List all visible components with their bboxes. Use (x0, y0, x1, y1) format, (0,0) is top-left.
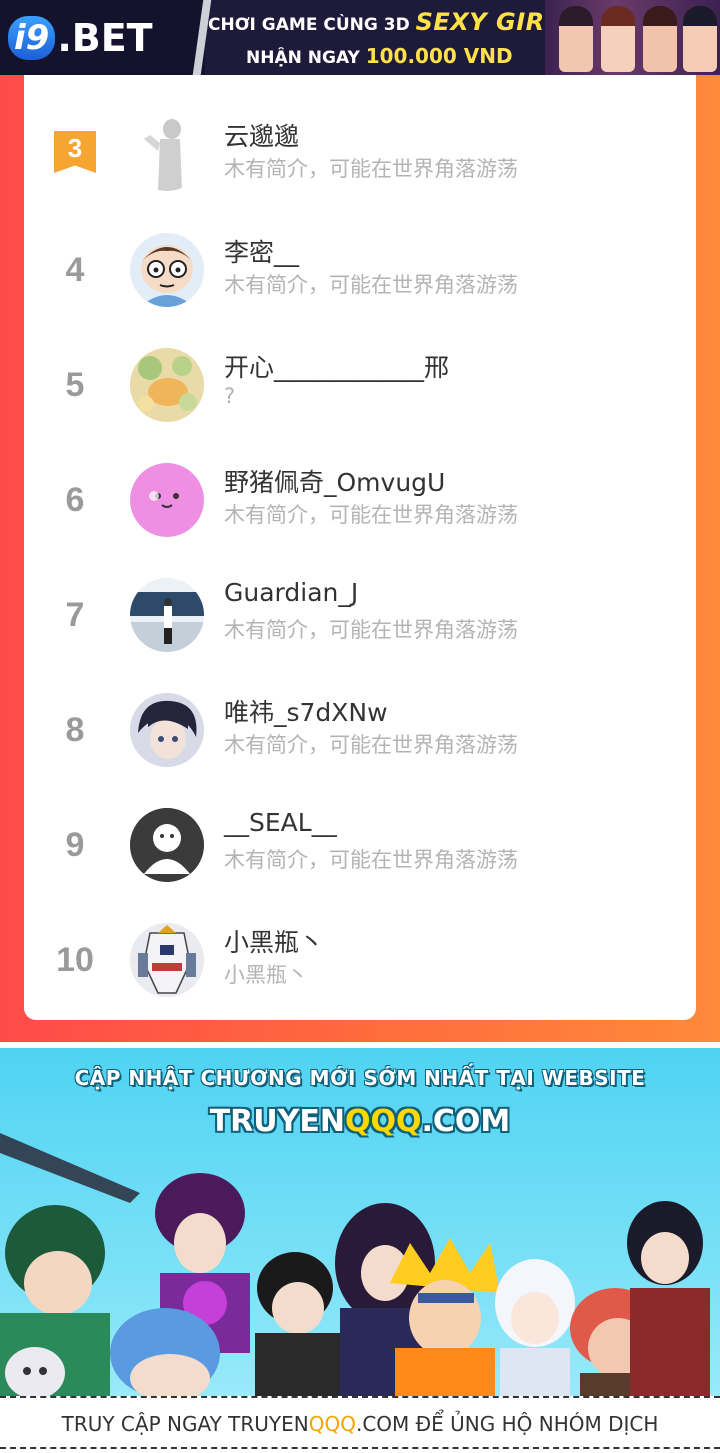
avatar-photo-image (130, 578, 204, 652)
ad-line2-amount: 100.000 VND (365, 44, 513, 68)
avatar[interactable] (130, 693, 204, 767)
promo-footer-border (0, 1447, 720, 1449)
row-bio: 木有简介，可能在世界角落游荡 (224, 157, 518, 181)
ad-logo-bet: .BET (57, 15, 153, 60)
row-name[interactable]: __SEAL__ (224, 808, 337, 837)
ad-girl-figure (559, 6, 593, 72)
promo-footer-prefix: TRUY CẬP NGAY TRUYEN (61, 1412, 309, 1436)
avatar-silhouette-image (130, 117, 204, 191)
promo-footer-qqq: QQQ (308, 1412, 356, 1436)
rank-number: 4 (65, 251, 85, 289)
ad-text: CHƠI GAME CÙNG 3D SEXY GIRL NHẬN NGAY 10… (208, 2, 560, 74)
avatar[interactable] (130, 233, 204, 307)
rank-row[interactable]: 6 野猪佩奇_OmvugU 木有简介，可能在世界角落游荡 (24, 443, 696, 558)
promo-footer-text[interactable]: TRUY CẬP NGAY TRUYENQQQ.COM ĐỂ ỦNG HỘ NH… (0, 1412, 720, 1436)
avatar-cartoon-face-image (130, 233, 204, 307)
row-bio: 木有简介，可能在世界角落游荡 (224, 733, 518, 757)
rank-number: 5 (65, 366, 85, 404)
promo-banner[interactable]: CẬP NHẬT CHƯƠNG MỚI SỚM NHẤT TẠI WEBSITE… (0, 1048, 720, 1453)
rank-row[interactable]: 10 小黑瓶丶 小黑瓶丶 (24, 903, 696, 1018)
rank-number: 9 (65, 826, 85, 864)
avatar[interactable] (130, 808, 204, 882)
avatar[interactable] (130, 463, 204, 537)
rank-number: 7 (65, 596, 85, 634)
promo-characters-image (0, 1133, 720, 1402)
avatar[interactable] (130, 578, 204, 652)
row-name[interactable]: 开心____________邢 (224, 348, 449, 384)
rank-number: 8 (65, 711, 85, 749)
avatar-anime-boy-image (130, 693, 204, 767)
ad-girls-image (545, 0, 720, 75)
ad-line1-prefix: CHƠI GAME CÙNG 3D (208, 15, 410, 35)
promo-footer[interactable]: TRUY CẬP NGAY TRUYENQQQ.COM ĐỂ ỦNG HỘ NH… (0, 1396, 720, 1453)
avatar[interactable] (130, 923, 204, 997)
row-name[interactable]: 小黑瓶丶 (224, 923, 324, 959)
row-bio: 小黑瓶丶 (224, 963, 308, 987)
avatar-default-user-icon (130, 808, 204, 882)
ad-banner[interactable]: i9 .BET CHƠI GAME CÙNG 3D SEXY GIRL NHẬN… (0, 0, 720, 75)
rank-row[interactable]: 7 Guardian_J 木有简介，可能在世界角落游荡 (24, 558, 696, 673)
promo-footer-suffix: .COM ĐỂ ỦNG HỘ NHÓM DỊCH (355, 1412, 659, 1436)
avatar-mecha-image (130, 923, 204, 997)
row-name[interactable]: 李密__ (224, 233, 299, 269)
rank-row[interactable]: 5 开心____________邢 ? (24, 328, 696, 443)
ad-girl-figure (601, 6, 635, 72)
avatar-pink-blob-image (130, 463, 204, 537)
ad-logo: i9 .BET (0, 0, 205, 75)
rank-row[interactable]: 3 云邈邈 木有简介，可能在世界角落游荡 (24, 75, 696, 191)
avatar[interactable] (130, 348, 204, 422)
ranking-card: 3 云邈邈 木有简介，可能在世界角落游荡 4 李密__ 木有简介，可能在世界角落… (24, 75, 696, 1020)
rank-row[interactable]: 4 李密__ 木有简介，可能在世界角落游荡 (24, 213, 696, 328)
rank-number: 6 (65, 481, 85, 519)
row-name[interactable]: 云邈邈 (224, 117, 299, 153)
promo-headline: CẬP NHẬT CHƯƠNG MỚI SỚM NHẤT TẠI WEBSITE (74, 1066, 646, 1090)
rank-row[interactable]: 9 __SEAL__ 木有简介，可能在世界角落游荡 (24, 788, 696, 903)
row-name[interactable]: 野猪佩奇_OmvugU (224, 463, 445, 499)
ad-logo-i9: i9 (8, 15, 56, 60)
rank-row[interactable]: 8 唯祎_s7dXNw 木有简介，可能在世界角落游荡 (24, 673, 696, 788)
avatar[interactable] (130, 117, 204, 191)
ad-line1: CHƠI GAME CÙNG 3D SEXY GIRL (208, 8, 560, 36)
row-bio: ? (224, 384, 236, 408)
row-bio: 木有简介，可能在世界角落游荡 (224, 503, 518, 527)
avatar-illustration-image (130, 348, 204, 422)
promo-characters-illustration (0, 1133, 710, 1402)
ad-line2: NHẬN NGAY 100.000 VND (246, 44, 513, 68)
ad-girl-figure (643, 6, 677, 72)
row-bio: 木有简介，可能在世界角落游荡 (224, 273, 518, 297)
ad-line1-highlight: SEXY GIRL (415, 8, 561, 36)
row-bio: 木有简介，可能在世界角落游荡 (224, 848, 518, 872)
ad-girl-figure (683, 6, 717, 72)
row-name[interactable]: 唯祎_s7dXNw (224, 693, 388, 729)
rank-number: 10 (56, 941, 94, 979)
ad-line2-prefix: NHẬN NGAY (246, 48, 360, 68)
row-name[interactable]: Guardian_J (224, 578, 358, 607)
rank-badge-3: 3 (54, 131, 96, 173)
row-bio: 木有简介，可能在世界角落游荡 (224, 618, 518, 642)
